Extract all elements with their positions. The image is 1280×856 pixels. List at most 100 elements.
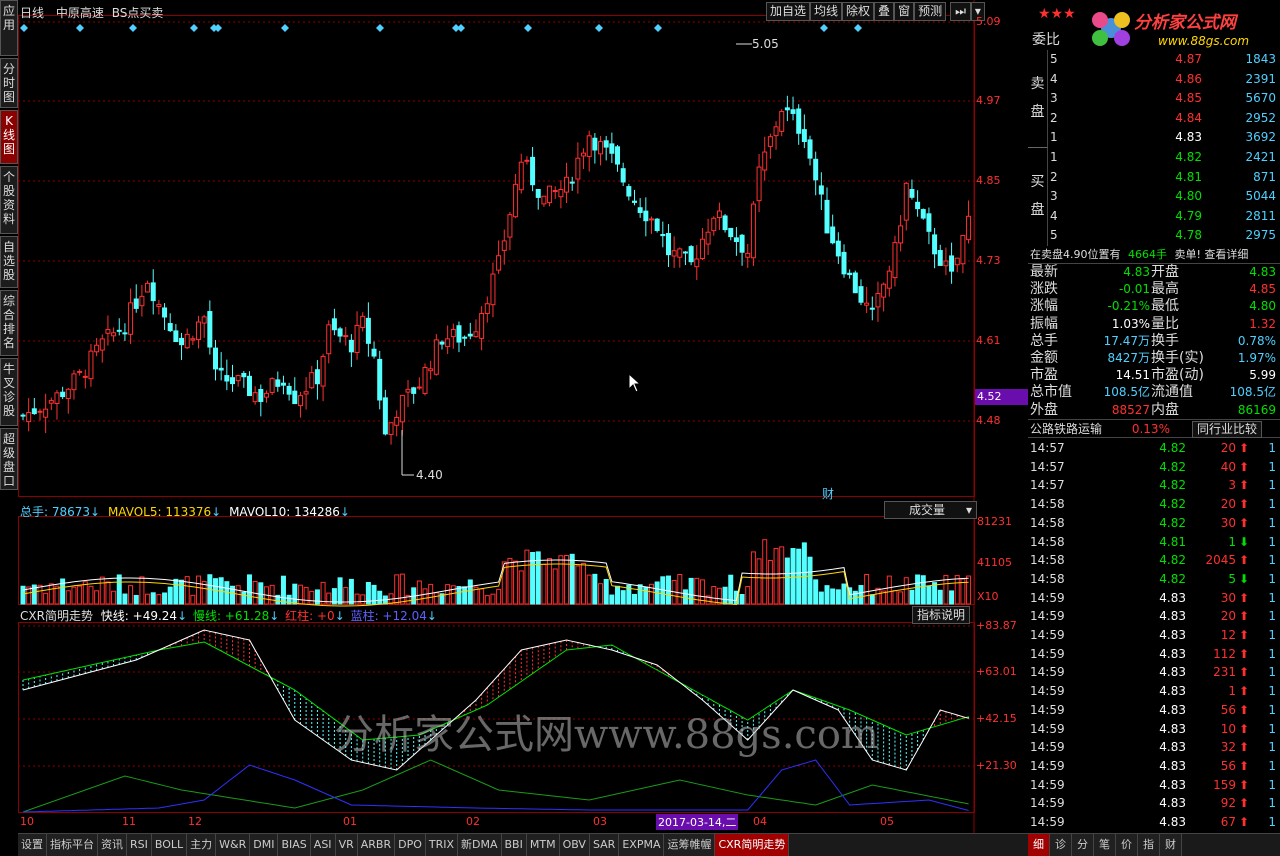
tick-row[interactable]: 14:58 4.82 30 ⬆ 1 <box>1028 514 1280 533</box>
volume-bar <box>603 578 609 605</box>
left-tab-6[interactable]: 牛叉诊股 <box>0 358 18 426</box>
detail-tab[interactable]: 笔 <box>1094 834 1116 856</box>
indicator-tab[interactable]: ASI <box>310 834 336 856</box>
left-tab-5[interactable]: 综合排名 <box>0 290 18 356</box>
tick-row[interactable]: 14:59 4.83 56 ⬆ 1 <box>1028 701 1280 720</box>
tick-row[interactable]: 14:59 4.83 12 ⬆ 1 <box>1028 626 1280 645</box>
sell-level-row[interactable]: 3 4.85 5670 <box>1028 89 1280 107</box>
tick-row[interactable]: 14:59 4.83 92 ⬆ 1 <box>1028 794 1280 813</box>
volume-indicator-dropdown[interactable]: 成交量 ▾ <box>884 501 977 519</box>
indicator-tab[interactable]: BOLL <box>151 834 188 856</box>
tick-row[interactable]: 14:58 4.82 5 ⬇ 1 <box>1028 570 1280 589</box>
left-tab-4[interactable]: 自选股 <box>0 236 18 288</box>
order-book[interactable]: 卖盘 买盘 5 4.87 1843 4 4.86 2391 3 4.85 5670 2 4.84 2952… <box>1028 50 1280 246</box>
tick-row[interactable]: 14:58 4.82 2045 ⬆ 1 <box>1028 551 1280 570</box>
volume-bar <box>484 595 490 605</box>
indicator-tab[interactable]: CXR简明走势 <box>715 834 790 856</box>
indicator-tab[interactable]: RSI <box>127 834 152 856</box>
tick-row[interactable]: 14:59 4.83 67 ⬆ 1 <box>1028 813 1280 832</box>
finance-event-marker[interactable]: 财 <box>822 485 834 502</box>
indicator-tab[interactable]: MTM <box>526 834 560 856</box>
detail-tab[interactable]: 分 <box>1072 834 1094 856</box>
candle-body <box>297 395 303 407</box>
indicator-tab[interactable]: OBV <box>559 834 590 856</box>
buy-level-row[interactable]: 5 4.78 2975 <box>1028 226 1280 244</box>
indicator-tab[interactable]: BBI <box>501 834 527 856</box>
candle-body <box>433 339 439 375</box>
kline-chart-area[interactable]: 日线 中原高速 BS点买卖 加自选 均线 除权 叠 窗 预测 ⏭ ▾ 5.09 … <box>18 0 1028 833</box>
left-tab-2[interactable]: K线图 <box>0 110 18 164</box>
sell-level-row[interactable]: 1 4.83 3692 <box>1028 128 1280 146</box>
left-tab-1[interactable]: 分时图 <box>0 58 18 108</box>
candle-body <box>213 347 219 370</box>
indicator-tab[interactable]: 新DMA <box>458 834 502 856</box>
indicator-tab[interactable]: BIAS <box>278 834 311 856</box>
detail-tab[interactable]: 价 <box>1116 834 1138 856</box>
volume-bar <box>592 573 598 605</box>
arrow-down-icon: ⬇ <box>1239 571 1250 586</box>
quote-label: 涨幅 <box>1030 298 1058 315</box>
tick-row[interactable]: 14:57 4.82 20 ⬆ 1 <box>1028 439 1280 458</box>
detail-tab[interactable]: 指 <box>1138 834 1160 856</box>
sell-level-row[interactable]: 2 4.84 2952 <box>1028 109 1280 127</box>
indicator-tab[interactable]: W&R <box>216 834 251 856</box>
indicator-tab[interactable]: 运筹帷幄 <box>664 834 716 856</box>
tick-row[interactable]: 14:59 4.83 56 ⬆ 1 <box>1028 757 1280 776</box>
view-detail-link[interactable]: 查看详细 <box>1204 248 1248 261</box>
tick-row[interactable]: 14:59 4.83 20 ⬆ 1 <box>1028 607 1280 626</box>
indicator-tab[interactable]: 主力 <box>187 834 217 856</box>
skip-end-icon[interactable]: ⏭ <box>950 2 971 21</box>
add-favorite-button[interactable]: 加自选 <box>766 2 811 21</box>
sell-level-row[interactable]: 5 4.87 1843 <box>1028 50 1280 68</box>
indicator-tab[interactable]: VR <box>335 834 358 856</box>
indicator-tab[interactable]: ARBR <box>357 834 396 856</box>
tick-row[interactable]: 14:59 4.83 30 ⬆ 1 <box>1028 589 1280 608</box>
tick-row[interactable]: 14:57 4.82 3 ⬆ 1 <box>1028 476 1280 495</box>
order-alert[interactable]: 在卖盘4.90位置有 4664手 卖单! 查看详细 <box>1028 246 1280 264</box>
indicator-tab[interactable]: 设置 <box>18 834 47 856</box>
tick-row[interactable]: 14:59 4.83 32 ⬆ 1 <box>1028 738 1280 757</box>
buy-level-row[interactable]: 4 4.79 2811 <box>1028 207 1280 225</box>
window-button[interactable]: 窗 <box>894 2 915 21</box>
tick-row[interactable]: 14:58 4.81 1 ⬇ 1 <box>1028 533 1280 552</box>
tick-row[interactable]: 14:59 4.83 10 ⬆ 1 <box>1028 720 1280 739</box>
ex-right-button[interactable]: 除权 <box>842 2 875 21</box>
detail-tab[interactable]: 细 <box>1028 834 1050 856</box>
tick-row[interactable]: 14:59 4.83 231 ⬆ 1 <box>1028 663 1280 682</box>
forecast-button[interactable]: 预测 <box>914 2 947 21</box>
indicator-help-button[interactable]: 指标说明 <box>912 606 971 624</box>
indicator-tab[interactable]: TRIX <box>425 834 459 856</box>
tick-price: 4.82 <box>1159 459 1186 474</box>
tick-row[interactable]: 14:59 4.83 112 ⬆ 1 <box>1028 645 1280 664</box>
tick-row[interactable]: 14:59 4.83 159 ⬆ 1 <box>1028 776 1280 795</box>
indicator-tab[interactable]: SAR <box>589 834 620 856</box>
sell-level-row[interactable]: 4 4.86 2391 <box>1028 70 1280 88</box>
indicator-tab[interactable]: 资讯 <box>98 834 127 856</box>
detail-tab[interactable]: 诊 <box>1050 834 1072 856</box>
buy-level-row[interactable]: 1 4.82 2421 <box>1028 148 1280 166</box>
overlay-button[interactable]: 叠 <box>874 2 895 21</box>
bs-signal-marker <box>524 24 532 32</box>
tick-row[interactable]: 14:58 4.82 20 ⬆ 1 <box>1028 495 1280 514</box>
buy-level-row[interactable]: 3 4.80 5044 <box>1028 187 1280 205</box>
indicator-tab[interactable]: 指标平台 <box>47 834 98 856</box>
volume-bar <box>450 585 456 605</box>
left-tab-0[interactable]: 应用 <box>0 0 18 56</box>
cxr-tick: +63.01 <box>976 665 1017 678</box>
indicator-tab[interactable]: DPO <box>395 834 426 856</box>
buy-level-row[interactable]: 2 4.81 871 <box>1028 168 1280 186</box>
tick-count: 1 <box>1268 441 1276 455</box>
tick-row[interactable]: 14:57 4.82 40 ⬆ 1 <box>1028 458 1280 477</box>
left-tab-7[interactable]: 超级盘口 <box>0 428 18 490</box>
tick-row[interactable]: 14:59 4.83 1 ⬆ 1 <box>1028 682 1280 701</box>
candle-body <box>847 272 853 276</box>
tick-list[interactable]: 14:57 4.82 20 ⬆ 1 14:57 4.82 40 ⬆ 1 14:57 4.82 3 ⬆ 1 14… <box>1028 439 1280 834</box>
detail-tab[interactable]: 财 <box>1160 834 1182 856</box>
tick-price: 4.82 <box>1159 497 1186 512</box>
ma-line-button[interactable]: 均线 <box>810 2 843 21</box>
indicator-tab[interactable]: DMI <box>250 834 279 856</box>
compare-industry-button[interactable]: 同行业比较 <box>1192 421 1263 438</box>
candle-body <box>513 183 519 218</box>
left-tab-3[interactable]: 个股资料 <box>0 166 18 234</box>
indicator-tab[interactable]: EXPMA <box>619 834 665 856</box>
